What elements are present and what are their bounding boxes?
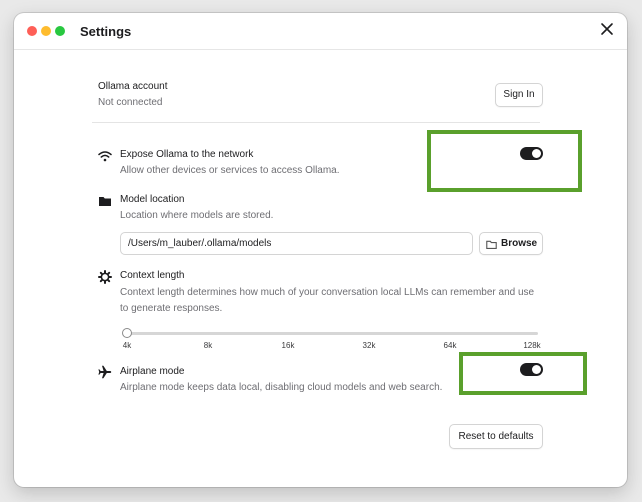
title-bar: Settings — [14, 13, 627, 50]
context-description-line1: Context length determines how much of yo… — [120, 287, 535, 298]
network-toggle[interactable] — [520, 147, 543, 160]
context-slider-track[interactable] — [127, 332, 538, 335]
reset-defaults-button[interactable]: Reset to defaults — [449, 424, 543, 449]
toggle-knob — [532, 149, 541, 158]
airplane-icon — [98, 365, 112, 379]
gear-icon — [98, 270, 112, 284]
highlight-box — [427, 130, 582, 192]
browse-button[interactable]: Browse — [479, 232, 543, 255]
settings-window: Settings Ollama account Not connected Si… — [14, 13, 627, 487]
tick-label: 64k — [443, 341, 457, 350]
model-location-title: Model location — [120, 194, 185, 205]
wifi-icon — [98, 151, 112, 162]
context-description-line2: to generate responses. — [120, 303, 223, 314]
zoom-window-dot[interactable] — [55, 26, 65, 36]
folder-icon — [99, 197, 111, 206]
sign-in-button[interactable]: Sign In — [495, 83, 543, 107]
context-slider-thumb[interactable] — [122, 328, 132, 338]
tick-label: 8k — [203, 341, 213, 350]
tick-label: 4k — [122, 341, 132, 350]
divider — [92, 122, 540, 123]
airplane-title: Airplane mode — [120, 366, 185, 377]
account-status: Not connected — [98, 97, 163, 108]
minimize-window-dot[interactable] — [41, 26, 51, 36]
window-title: Settings — [80, 24, 132, 39]
airplane-toggle[interactable] — [520, 363, 543, 376]
context-title: Context length — [120, 270, 185, 281]
account-title: Ollama account — [98, 81, 168, 92]
network-description: Allow other devices or services to acces… — [120, 165, 340, 176]
toggle-knob — [532, 365, 541, 374]
model-location-description: Location where models are stored. — [120, 210, 274, 221]
browse-label: Browse — [501, 238, 538, 249]
close-icon[interactable] — [600, 22, 614, 36]
close-window-dot[interactable] — [27, 26, 37, 36]
tick-label: 32k — [362, 341, 376, 350]
airplane-description: Airplane mode keeps data local, disablin… — [120, 382, 443, 393]
network-title: Expose Ollama to the network — [120, 149, 254, 160]
tick-label: 128k — [523, 341, 541, 350]
folder-icon — [486, 240, 497, 249]
model-path-field[interactable]: /Users/m_lauber/.ollama/models — [120, 232, 473, 255]
tick-label: 16k — [281, 341, 295, 350]
